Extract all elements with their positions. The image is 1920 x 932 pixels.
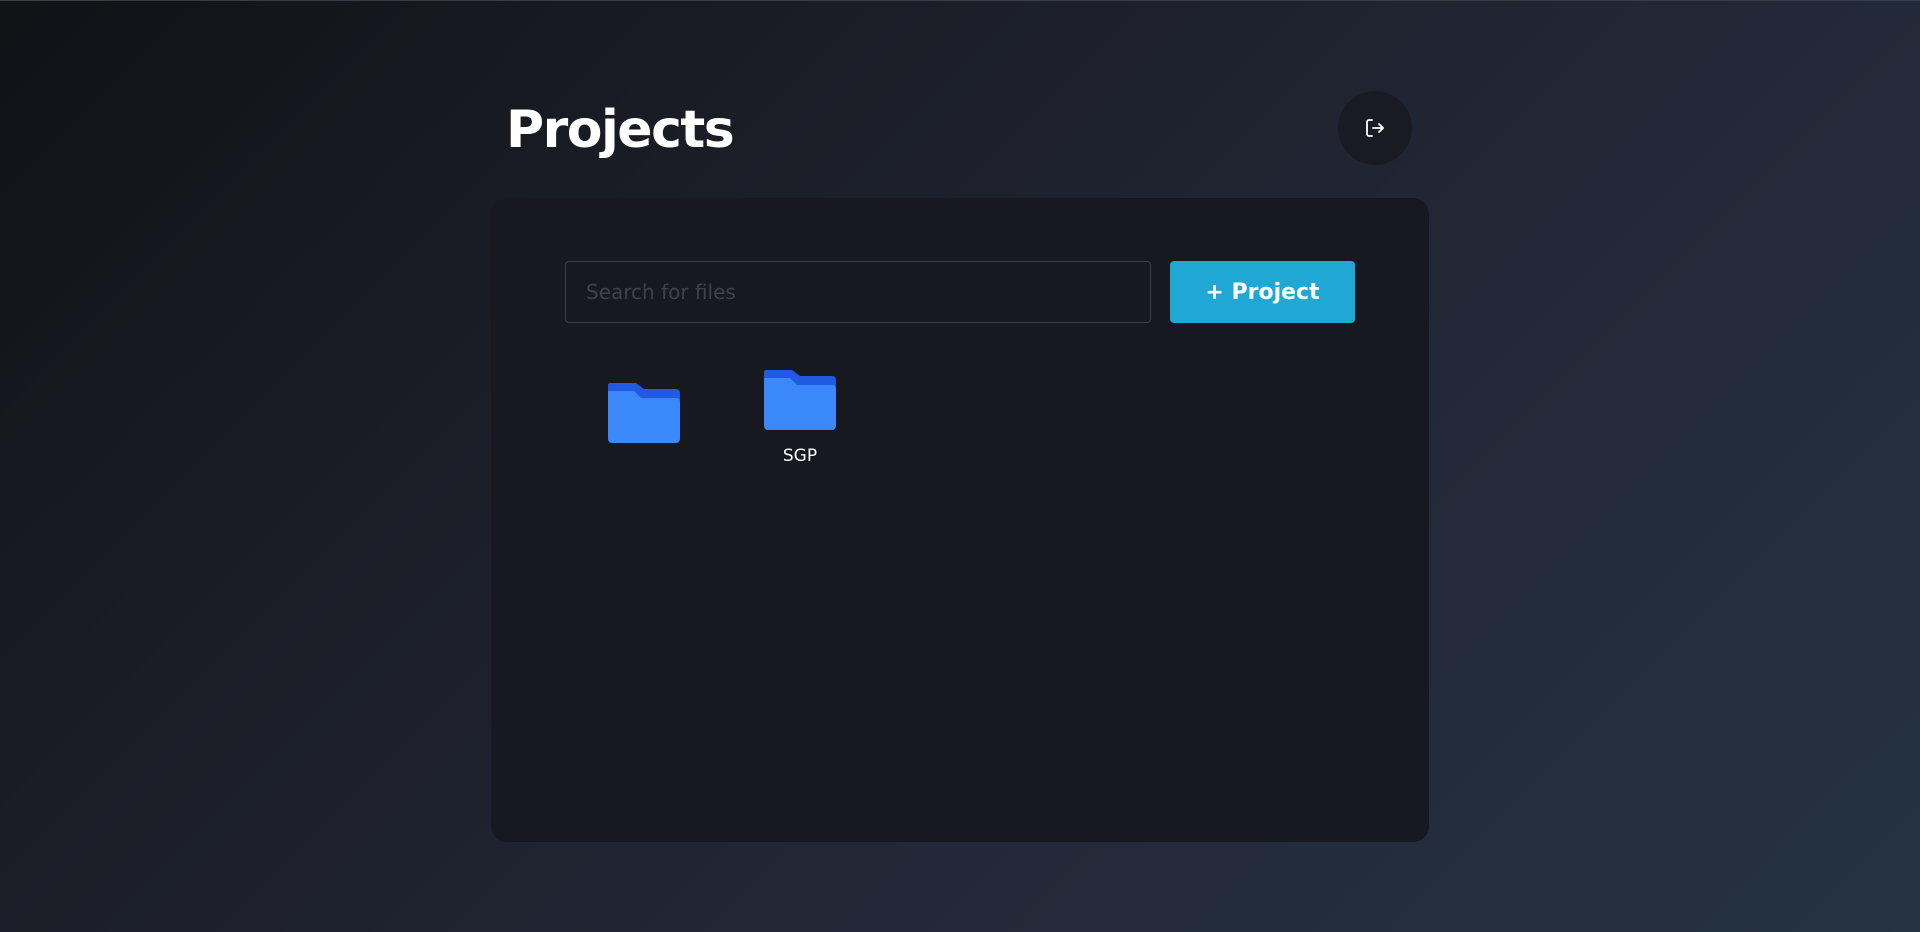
folder-item[interactable] <box>584 381 704 459</box>
folder-label: SGP <box>782 446 818 466</box>
search-input[interactable] <box>565 261 1151 323</box>
logout-icon <box>1366 119 1384 137</box>
page-title: Projects <box>506 100 735 160</box>
top-divider <box>0 0 1920 1</box>
folder-item[interactable]: SGP <box>740 368 860 466</box>
add-project-button[interactable]: + Project <box>1170 261 1355 323</box>
folder-icon <box>608 383 680 443</box>
folder-icon <box>764 370 836 430</box>
projects-panel: + Project SGP <box>491 198 1429 842</box>
logout-button[interactable] <box>1338 91 1412 165</box>
